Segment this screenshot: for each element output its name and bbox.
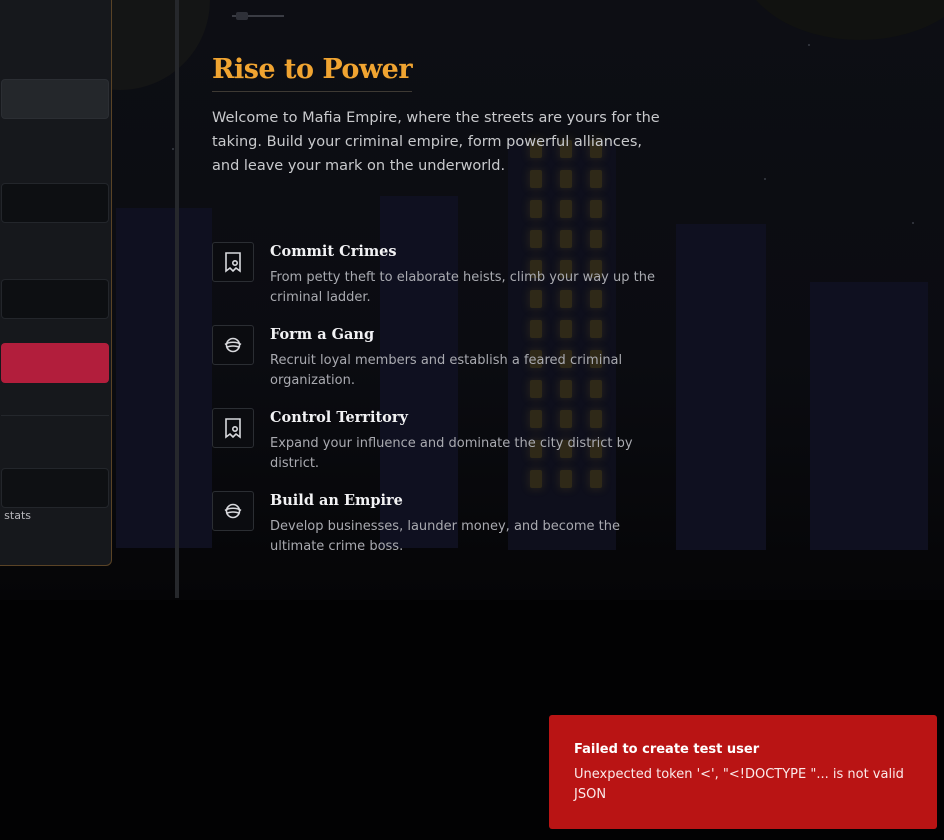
star	[808, 44, 810, 46]
moon-right	[740, 0, 944, 40]
intro-text: Welcome to Mafia Empire, where the stree…	[212, 110, 660, 174]
window-light	[560, 200, 572, 218]
email-field[interactable]	[1, 183, 109, 223]
error-toast[interactable]: Failed to create test user Unexpected to…	[549, 715, 937, 829]
feature-item: Control Territory Expand your influence …	[212, 408, 682, 474]
auth-note: l stats	[1, 509, 31, 522]
vault-icon	[212, 408, 254, 448]
feature-item: Form a Gang Recruit loyal members and es…	[212, 325, 682, 391]
feature-description: From petty theft to elaborate heists, cl…	[270, 270, 655, 305]
password-field[interactable]	[1, 279, 109, 319]
page-title: Rise to Power	[212, 54, 413, 92]
building	[676, 224, 766, 550]
building	[116, 208, 212, 548]
username-field[interactable]	[1, 79, 109, 119]
star	[912, 222, 914, 224]
hero-section: Rise to Power Welcome to Mafia Empire, w…	[212, 54, 682, 554]
feature-description: Expand your influence and dominate the c…	[270, 436, 633, 471]
toast-title: Failed to create test user	[574, 742, 760, 757]
feature-item: Commit Crimes From petty theft to elabor…	[212, 242, 682, 308]
vault-icon	[212, 242, 254, 282]
star	[172, 148, 174, 150]
helicopter-icon	[232, 12, 284, 20]
toast-message: Unexpected token '<', "<!DOCTYPE "... is…	[574, 767, 904, 802]
divider	[1, 415, 109, 416]
planet-icon	[212, 491, 254, 531]
submit-button[interactable]	[1, 343, 109, 383]
feature-title: Commit Crimes	[270, 243, 397, 260]
panel-divider	[175, 0, 179, 598]
building	[810, 282, 928, 550]
window-light	[530, 200, 542, 218]
feature-description: Recruit loyal members and establish a fe…	[270, 353, 623, 388]
feature-item: Build an Empire Develop businesses, laun…	[212, 491, 682, 557]
feature-description: Develop businesses, launder money, and b…	[270, 519, 621, 554]
test-user-field[interactable]	[1, 468, 109, 508]
feature-title: Form a Gang	[270, 326, 375, 343]
planet-icon	[212, 325, 254, 365]
auth-panel: l stats	[0, 0, 112, 566]
feature-title: Control Territory	[270, 409, 408, 426]
window-light	[590, 200, 602, 218]
feature-list: Commit Crimes From petty theft to elabor…	[212, 242, 682, 574]
star	[764, 178, 766, 180]
feature-title: Build an Empire	[270, 492, 403, 509]
